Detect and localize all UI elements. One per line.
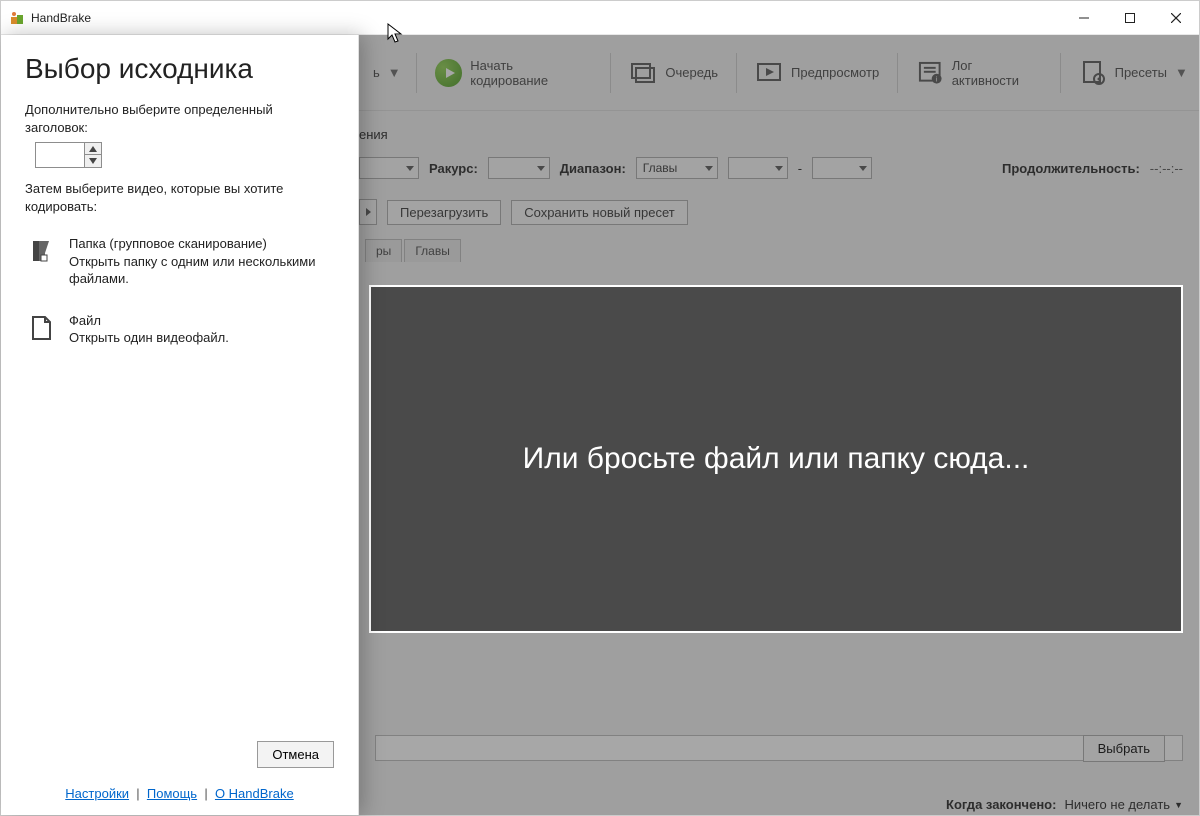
chevron-down-icon: ▼ <box>388 65 398 80</box>
angle-label: Ракурс: <box>429 161 478 176</box>
spinner-up-button[interactable] <box>85 143 101 155</box>
toolbar-separator <box>736 53 737 93</box>
main-area: ь ▼ Начать кодирование Очередь <box>359 35 1199 815</box>
preview-label: Предпросмотр <box>791 65 879 80</box>
activity-log-icon: i <box>916 59 944 87</box>
toolbar-separator <box>610 53 611 93</box>
window-title: HandBrake <box>31 11 91 25</box>
footer-links: Настройки | Помощь | О HandBrake <box>25 786 334 805</box>
title-number-input[interactable] <box>36 143 84 167</box>
preview-button[interactable]: Предпросмотр <box>747 55 887 91</box>
bottom-bar: Выбрать Когда закончено: Ничего не делат… <box>359 731 1199 815</box>
about-link[interactable]: О HandBrake <box>215 786 294 801</box>
start-encode-label: Начать кодирование <box>470 58 592 88</box>
activity-log-button[interactable]: i Лог активности <box>908 54 1049 92</box>
preset-arrow-button[interactable] <box>359 199 377 225</box>
output-path-box[interactable] <box>375 735 1183 761</box>
start-encode-button[interactable]: Начать кодирование <box>427 54 601 92</box>
help-link[interactable]: Помощь <box>147 786 197 801</box>
toolbar-separator <box>1060 53 1061 93</box>
queue-label: Очередь <box>665 65 718 80</box>
dropzone[interactable]: Или бросьте файл или папку сюда... <box>369 285 1183 633</box>
reload-preset-button[interactable]: Перезагрузить <box>387 200 501 225</box>
chevron-down-icon: ▼ <box>1175 65 1185 80</box>
file-option-text: Файл Открыть один видеофайл. <box>69 312 229 347</box>
duration-value: --:--:-- <box>1150 161 1183 176</box>
source-option-file[interactable]: Файл Открыть один видеофайл. <box>25 308 334 351</box>
title-number-spinner[interactable] <box>35 142 102 168</box>
chevron-down-icon: ▼ <box>1174 800 1183 810</box>
instruction-choose-video: Затем выберите видео, которые вы хотите … <box>25 180 334 215</box>
instruction-title-spinner: Дополнительно выберите определенный заго… <box>25 101 334 136</box>
queue-button[interactable]: Очередь <box>621 55 726 91</box>
minimize-button[interactable] <box>1061 1 1107 35</box>
tab-partial[interactable]: ры <box>365 239 402 262</box>
presets-icon <box>1079 59 1107 87</box>
activity-log-label: Лог активности <box>952 58 1042 88</box>
folder-option-desc: Открыть папку с одним или несколькими фа… <box>69 253 332 288</box>
folder-option-title: Папка (групповое сканирование) <box>69 235 332 253</box>
range-dash: - <box>798 161 802 176</box>
open-source-label: ь <box>373 65 380 80</box>
duration-label: Продолжительность: <box>1002 161 1140 176</box>
titlebar: HandBrake <box>1 1 1199 35</box>
source-selection-panel: Выбор исходника Дополнительно выберите о… <box>1 35 359 815</box>
range-value: Главы <box>643 161 678 175</box>
file-option-desc: Открыть один видеофайл. <box>69 329 229 347</box>
save-new-preset-button[interactable]: Сохранить новый пресет <box>511 200 688 225</box>
titlebar-left: HandBrake <box>9 10 91 26</box>
spinner-down-button[interactable] <box>85 155 101 167</box>
cancel-button[interactable]: Отмена <box>257 741 334 768</box>
when-done-label: Когда закончено: <box>946 797 1056 812</box>
play-icon <box>435 59 463 87</box>
app-window: HandBrake Выбор исходника Дополнительно … <box>0 0 1200 816</box>
app-icon <box>9 10 25 26</box>
dropzone-text: Или бросьте файл или папку сюда... <box>523 442 1030 476</box>
tab-chapters[interactable]: Главы <box>404 239 461 262</box>
folder-option-text: Папка (групповое сканирование) Открыть п… <box>69 235 332 288</box>
when-done-value: Ничего не делать <box>1064 797 1170 812</box>
open-source-button[interactable]: ь ▼ <box>365 61 406 84</box>
chapter-start-combo[interactable] <box>728 157 788 179</box>
range-label: Диапазон: <box>560 161 626 176</box>
presets-button[interactable]: Пресеты ▼ <box>1071 55 1193 91</box>
queue-icon <box>629 59 657 87</box>
presets-label: Пресеты <box>1115 65 1167 80</box>
source-option-folder[interactable]: Папка (групповое сканирование) Открыть п… <box>25 231 334 292</box>
panel-title: Выбор исходника <box>25 53 334 85</box>
window-controls <box>1061 1 1199 35</box>
chapter-end-combo[interactable] <box>812 157 872 179</box>
settings-link[interactable]: Настройки <box>65 786 129 801</box>
toolbar-separator <box>416 53 417 93</box>
browse-button[interactable]: Выбрать <box>1083 735 1165 762</box>
folder-icon <box>27 237 55 265</box>
partial-label: ения <box>359 127 388 142</box>
maximize-button[interactable] <box>1107 1 1153 35</box>
toolbar: ь ▼ Начать кодирование Очередь <box>359 35 1199 111</box>
preview-icon <box>755 59 783 87</box>
toolbar-separator <box>897 53 898 93</box>
file-icon <box>27 314 55 342</box>
title-combo[interactable] <box>359 157 419 179</box>
file-option-title: Файл <box>69 312 229 330</box>
close-button[interactable] <box>1153 1 1199 35</box>
range-combo[interactable]: Главы <box>636 157 718 179</box>
when-done-dropdown[interactable]: Ничего не делать ▼ <box>1064 797 1183 812</box>
angle-combo[interactable] <box>488 157 550 179</box>
